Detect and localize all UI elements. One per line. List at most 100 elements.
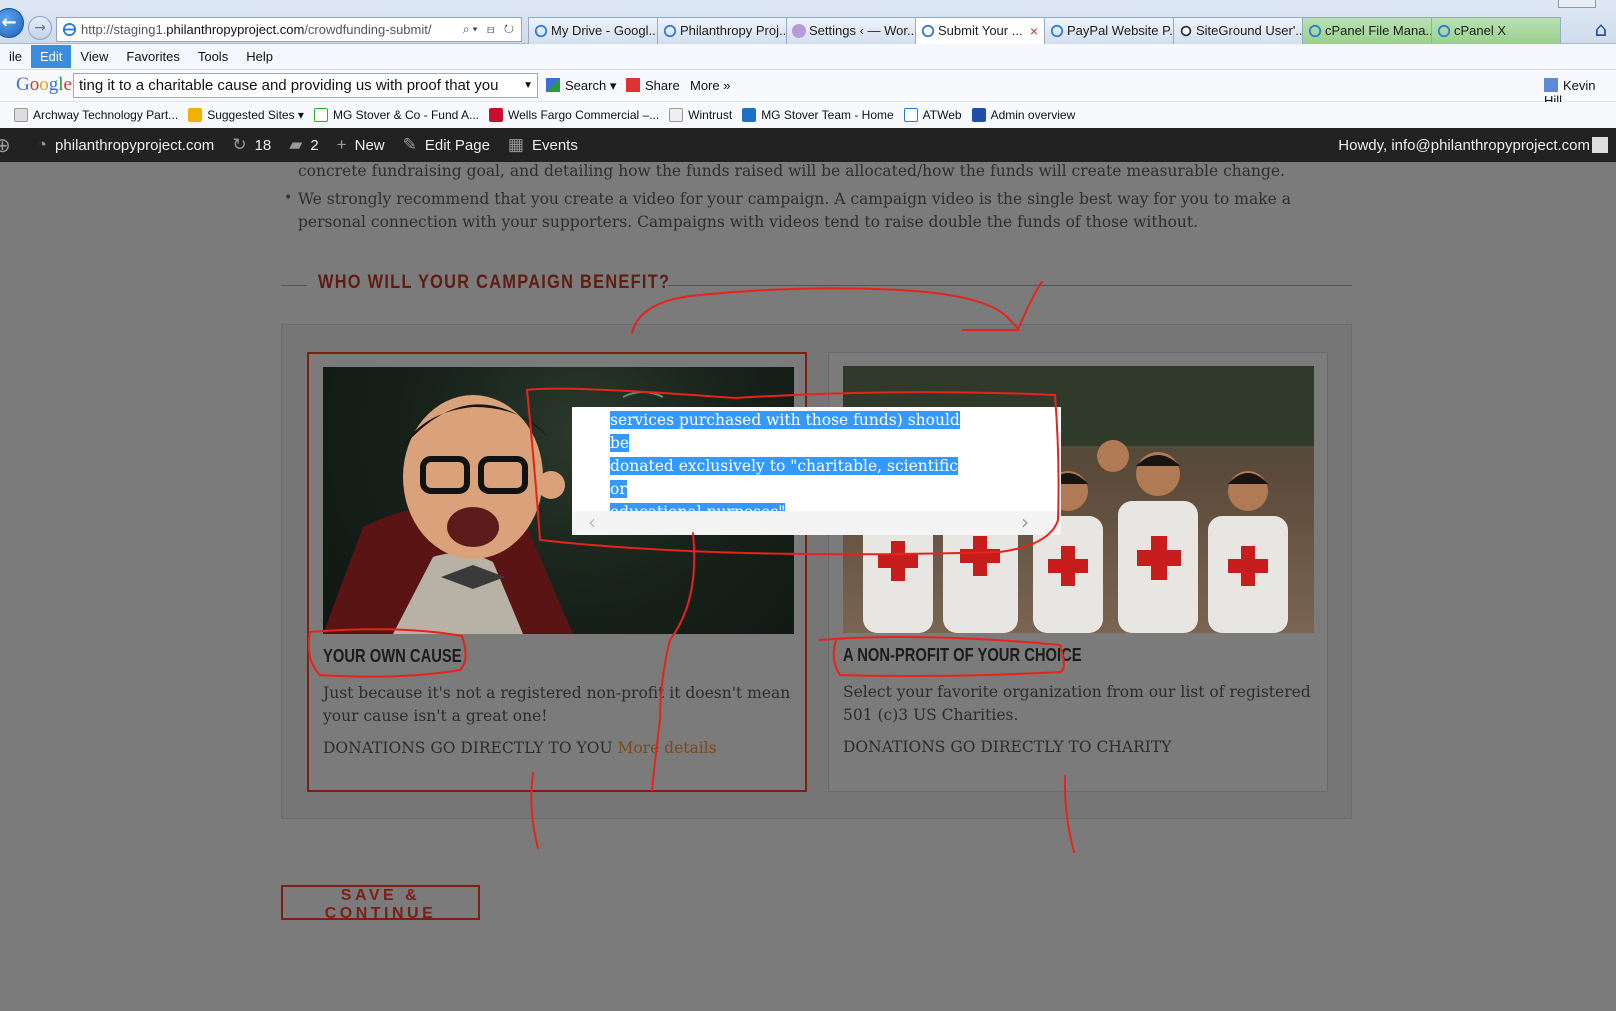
option-footer: DONATIONS GO DIRECTLY TO CHARITY — [843, 738, 1172, 756]
menu-edit[interactable]: Edit — [31, 45, 72, 68]
bing-icon — [188, 108, 203, 122]
edit-page-label: Edit Page — [424, 136, 490, 154]
menu-favorites[interactable]: Favorites — [117, 45, 188, 68]
address-path: /crowdfunding-submit/ — [304, 22, 432, 37]
window-control[interactable] — [1558, 0, 1596, 8]
google-logo: Google — [16, 74, 72, 95]
events-label: Events — [531, 136, 578, 154]
favorite-label: Admin overview — [990, 108, 1076, 122]
favorite-label: ATWeb — [922, 108, 962, 122]
google-share-button[interactable]: Share — [626, 78, 680, 93]
admin-new[interactable]: + New — [337, 135, 385, 155]
favorite-mg-stover-fund[interactable]: MG Stover & Co - Fund A... — [313, 108, 479, 122]
pencil-icon: ✎ — [402, 135, 417, 154]
avatar[interactable] — [1592, 137, 1608, 153]
ie-tab-icon — [1050, 24, 1064, 38]
menu-file[interactable]: ile — [0, 45, 31, 68]
admin-edit-page[interactable]: ✎ Edit Page — [403, 135, 490, 155]
more-details-link[interactable]: More details — [617, 739, 716, 757]
option-title: A NON-PROFIT OF YOUR CHOICE — [843, 645, 1082, 665]
option-footer: DONATIONS GO DIRECTLY TO YOU More detail… — [323, 739, 717, 757]
share-icon — [626, 78, 640, 92]
tab-label: My Drive - Googl... — [551, 23, 658, 38]
tab-label: Submit Your ... — [938, 23, 1023, 38]
wp-admin-bar: ⊕ ◔ philanthropyproject.com ↻ 18 ▰ 2 + New ✎… — [0, 128, 1616, 162]
siteground-tab-icon — [1180, 25, 1192, 37]
calendar-icon: ▦ — [507, 135, 524, 154]
admin-howdy[interactable]: Howdy, info@philanthropyproject.com — [1338, 137, 1590, 154]
tab-strip: My Drive - Googl... Philanthropy Proj...… — [528, 17, 1561, 44]
forward-arrow-icon[interactable]: → — [28, 16, 52, 40]
tab-submit-your[interactable]: Submit Your ... × — [915, 17, 1045, 44]
option-footer-text: DONATIONS GO DIRECTLY TO YOU — [323, 739, 613, 757]
tab-close-icon[interactable]: × — [1030, 18, 1038, 44]
google-search-icon — [546, 78, 560, 92]
google-share-label: Share — [645, 78, 680, 93]
google-search-button[interactable]: Search ▾ — [546, 78, 616, 94]
menu-tools[interactable]: Tools — [189, 45, 237, 68]
favorite-suggested-sites[interactable]: Suggested Sites ▾ — [188, 108, 304, 122]
tab-philanthropy[interactable]: Philanthropy Proj... — [657, 17, 787, 44]
section-divider — [668, 285, 1352, 286]
favorite-wells-fargo[interactable]: Wells Fargo Commercial –... — [489, 108, 659, 122]
admin-updates[interactable]: ↻ 18 — [232, 135, 271, 155]
comments-count: 2 — [310, 136, 319, 154]
chevron-right-icon[interactable]: › — [1021, 511, 1029, 533]
menu-view[interactable]: View — [71, 45, 117, 68]
admin-site-link[interactable]: ◔ philanthropyproject.com — [37, 135, 215, 155]
google-more-button[interactable]: More » — [690, 78, 730, 93]
sharepoint-icon — [742, 108, 757, 122]
chevron-left-icon[interactable]: ‹ — [588, 511, 596, 533]
updates-count: 18 — [254, 136, 272, 154]
office-icon — [971, 108, 986, 122]
google-search-input[interactable]: ting it to a charitable cause and provid… — [73, 73, 538, 98]
tab-cpanel-file[interactable]: cPanel File Mana... — [1302, 17, 1432, 44]
page-content: concrete fundraising goal, and detailing… — [0, 162, 1616, 1011]
favorite-label: Archway Technology Part... — [33, 108, 179, 122]
menu-help[interactable]: Help — [237, 45, 282, 68]
tab-cpanel-x[interactable]: cPanel X — [1431, 17, 1561, 44]
ie-tab-icon — [534, 24, 548, 38]
more-details-popup[interactable]: services purchased with those funds) sho… — [572, 407, 1061, 535]
tab-paypal[interactable]: PayPal Website P... — [1044, 17, 1174, 44]
option-description: Select your favorite organization from o… — [843, 683, 1311, 724]
option-title: YOUR OWN CAUSE — [323, 646, 462, 666]
section-title: WHO WILL YOUR CAMPAIGN BENEFIT? — [318, 272, 671, 293]
wordpress-tab-icon — [792, 24, 806, 38]
ie-tab-icon — [921, 24, 935, 38]
tab-my-drive[interactable]: My Drive - Googl... — [528, 17, 658, 44]
tab-siteground[interactable]: SiteGround User'... — [1173, 17, 1303, 44]
google-toolbar: Google ting it to a charitable cause and… — [0, 70, 1616, 108]
menu-bar: ile Edit View Favorites Tools Help — [0, 44, 1616, 70]
popup-line: services purchased with those funds) sho… — [610, 411, 960, 452]
browser-toolbar: ← → http://staging1.philanthropyproject.… — [0, 0, 1616, 44]
favorite-admin-overview[interactable]: Admin overview — [971, 108, 1076, 122]
address-tools-icon[interactable]: ⌕▾ ⊟ ↻ — [463, 18, 517, 41]
favorite-archway[interactable]: Archway Technology Part... — [14, 108, 178, 122]
back-arrow-icon[interactable]: ← — [0, 8, 24, 38]
google-search-label: Search — [565, 78, 607, 93]
tab-label: SiteGround User'... — [1196, 23, 1303, 38]
home-icon[interactable]: ⌂ — [1586, 14, 1616, 44]
plus-icon: + — [336, 135, 347, 154]
admin-events[interactable]: ▦ Events — [508, 135, 578, 155]
favorite-mg-stover-team[interactable]: MG Stover Team - Home — [742, 108, 894, 122]
address-prefix: http://staging1. — [81, 22, 167, 37]
favorite-atweb[interactable]: ATWeb — [903, 108, 962, 122]
save-continue-button[interactable]: SAVE & CONTINUE — [281, 885, 480, 922]
address-bar[interactable]: http://staging1.philanthropyproject.com/… — [56, 17, 522, 42]
chevron-down-icon[interactable]: ▼ — [523, 74, 533, 97]
dollar-icon — [313, 108, 328, 122]
favorite-wintrust[interactable]: Wintrust — [669, 108, 732, 122]
bullet-text-1: concrete fundraising goal, and detailing… — [298, 162, 1285, 180]
wordpress-logo-icon[interactable]: ⊕ — [0, 133, 19, 158]
user-icon — [1544, 78, 1558, 92]
popup-text: services purchased with those funds) sho… — [610, 409, 970, 524]
tab-label: cPanel File Mana... — [1325, 23, 1432, 38]
page-icon — [14, 108, 28, 122]
tab-settings[interactable]: Settings ‹ — Wor... — [786, 17, 916, 44]
tab-label: Settings ‹ — Wor... — [809, 23, 916, 38]
address-host: philanthropyproject.com — [166, 22, 305, 37]
admin-comments[interactable]: ▰ 2 — [289, 135, 318, 155]
favorites-bar: Archway Technology Part... Suggested Sit… — [0, 102, 1616, 128]
